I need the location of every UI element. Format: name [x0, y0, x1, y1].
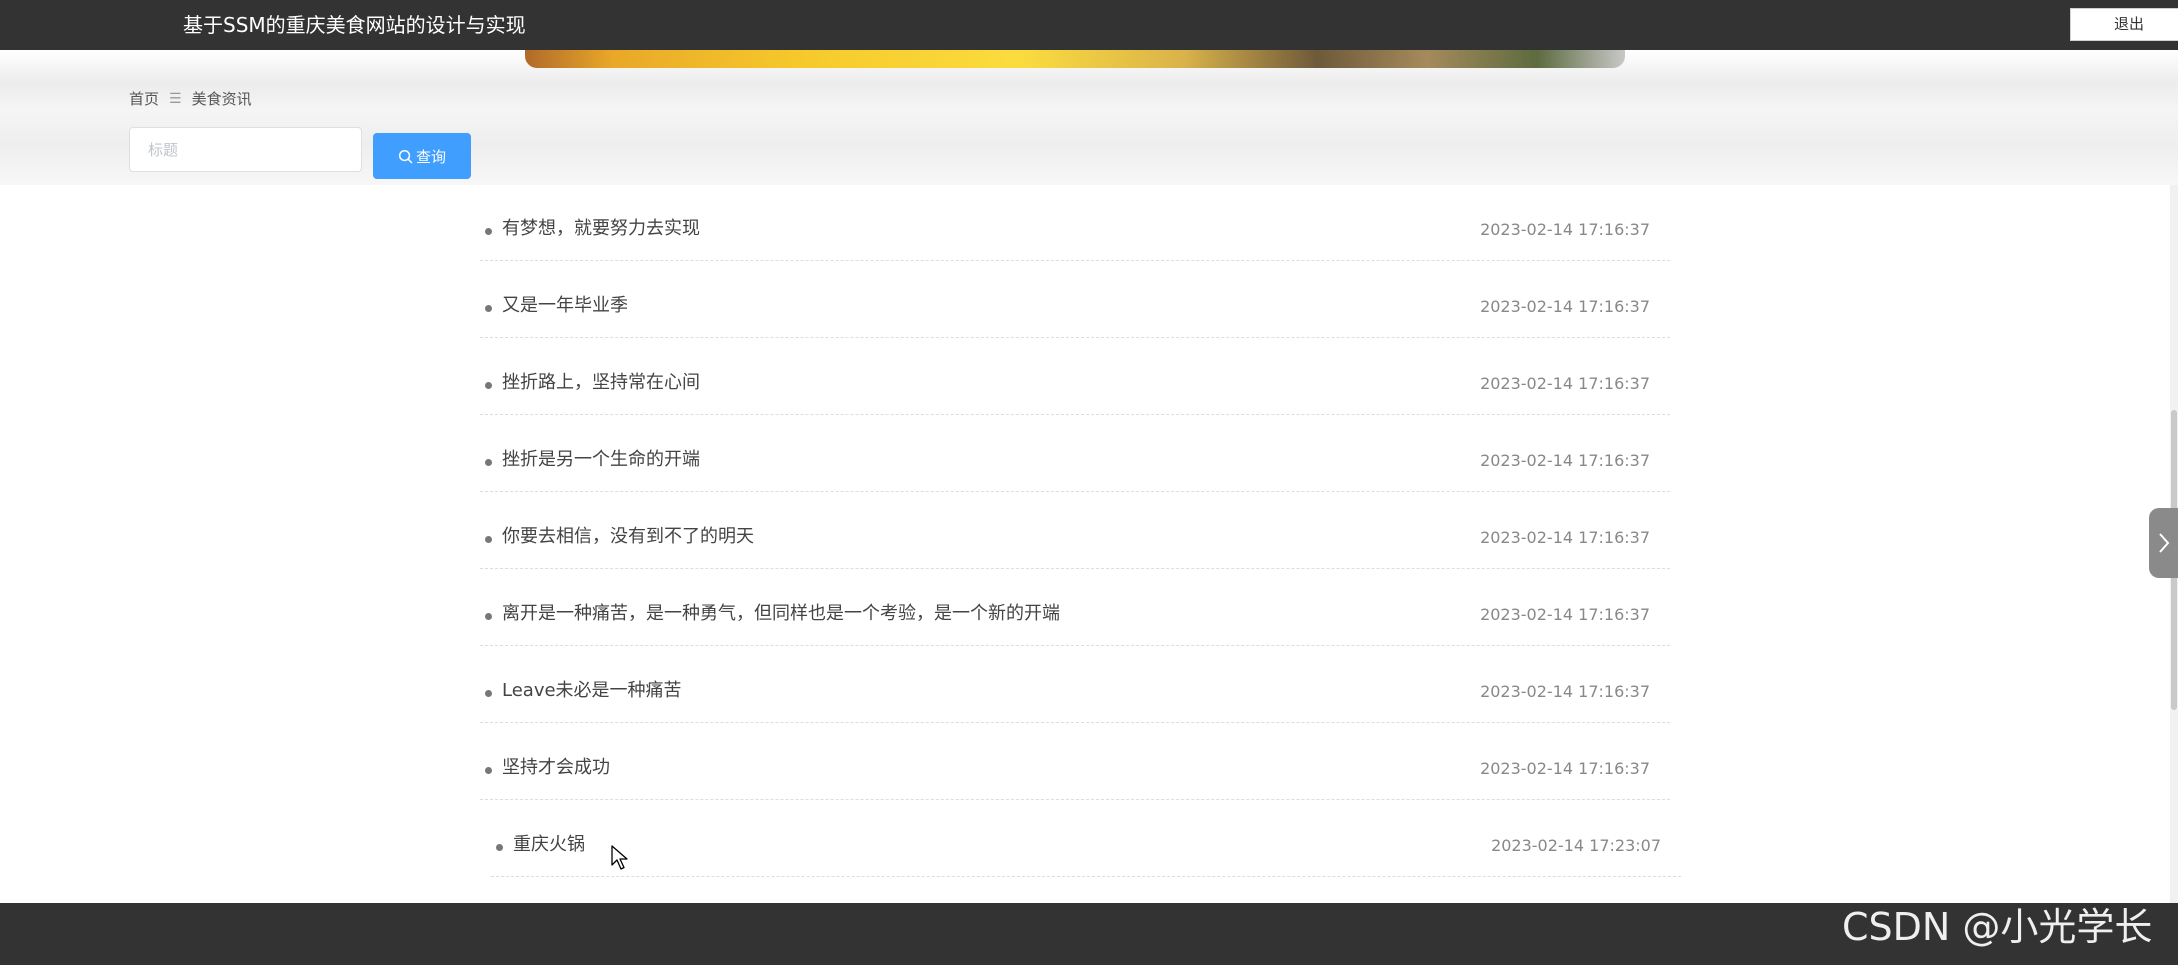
- news-date: 2023-02-14 17:16:37: [1480, 374, 1650, 393]
- search-icon: [398, 149, 413, 163]
- side-panel-toggle[interactable]: [2149, 508, 2178, 578]
- bullet-icon: [485, 767, 492, 774]
- chevron-right-icon: [2158, 533, 2169, 553]
- bullet-icon: [496, 844, 503, 851]
- top-navbar: 基于SSM的重庆美食网站的设计与实现 退出: [0, 0, 2178, 50]
- news-date: 2023-02-14 17:16:37: [1480, 297, 1650, 316]
- news-item[interactable]: 重庆火锅 2023-02-14 17:23:07: [491, 801, 1681, 877]
- news-title[interactable]: Leave未必是一种痛苦: [502, 679, 682, 703]
- news-item[interactable]: 又是一年毕业季 2023-02-14 17:16:37: [480, 262, 1670, 338]
- news-item[interactable]: 离开是一种痛苦，是一种勇气，但同样也是一个考验，是一个新的开端 2023-02-…: [480, 570, 1670, 646]
- bullet-icon: [485, 305, 492, 312]
- bullet-icon: [485, 459, 492, 466]
- news-title[interactable]: 你要去相信，没有到不了的明天: [502, 525, 754, 549]
- watermark: CSDN @小光学长: [1842, 905, 2153, 949]
- search-button-label: 查询: [415, 147, 446, 166]
- news-item[interactable]: 坚持才会成功 2023-02-14 17:16:37: [480, 724, 1670, 800]
- news-date: 2023-02-14 17:16:37: [1480, 759, 1650, 778]
- bullet-icon: [485, 382, 492, 389]
- news-title[interactable]: 又是一年毕业季: [502, 294, 628, 318]
- news-date: 2023-02-14 17:16:37: [1480, 605, 1650, 624]
- breadcrumb-separator-icon: ☰: [169, 90, 182, 107]
- news-title[interactable]: 有梦想，就要努力去实现: [502, 217, 700, 241]
- news-title[interactable]: 挫折是另一个生命的开端: [502, 448, 700, 472]
- news-title[interactable]: 挫折路上，坚持常在心间: [502, 371, 700, 395]
- breadcrumb-current: 美食资讯: [191, 90, 252, 108]
- breadcrumb: 首页 ☰ 美食资讯: [129, 88, 252, 109]
- news-item[interactable]: 有梦想，就要努力去实现 2023-02-14 17:16:37: [480, 185, 1670, 261]
- breadcrumb-home[interactable]: 首页: [129, 88, 159, 109]
- news-date: 2023-02-14 17:16:37: [1480, 451, 1650, 470]
- news-date: 2023-02-14 17:16:37: [1480, 528, 1650, 547]
- mouse-cursor-icon: [611, 845, 628, 870]
- news-title[interactable]: 离开是一种痛苦，是一种勇气，但同样也是一个考验，是一个新的开端: [502, 602, 1060, 626]
- bullet-icon: [485, 613, 492, 620]
- banner-image: [525, 50, 1625, 68]
- news-item[interactable]: 挫折是另一个生命的开端 2023-02-14 17:16:37: [480, 416, 1670, 492]
- news-date: 2023-02-14 17:23:07: [1491, 836, 1661, 855]
- news-date: 2023-02-14 17:16:37: [1480, 682, 1650, 701]
- news-item[interactable]: 你要去相信，没有到不了的明天 2023-02-14 17:16:37: [480, 493, 1670, 569]
- title-search-input[interactable]: [129, 127, 362, 172]
- site-title: 基于SSM的重庆美食网站的设计与实现: [183, 13, 526, 37]
- page: 基于SSM的重庆美食网站的设计与实现 退出 首页 ☰ 美食资讯 查询 有梦想，就…: [0, 0, 2178, 965]
- news-item[interactable]: Leave未必是一种痛苦 2023-02-14 17:16:37: [480, 647, 1670, 723]
- search-button[interactable]: 查询: [373, 133, 471, 179]
- bullet-icon: [485, 228, 492, 235]
- news-title[interactable]: 坚持才会成功: [502, 756, 610, 780]
- logout-button[interactable]: 退出: [2070, 8, 2178, 41]
- bullet-icon: [485, 536, 492, 543]
- news-date: 2023-02-14 17:16:37: [1480, 220, 1650, 239]
- bullet-icon: [485, 690, 492, 697]
- news-item[interactable]: 挫折路上，坚持常在心间 2023-02-14 17:16:37: [480, 339, 1670, 415]
- news-title[interactable]: 重庆火锅: [513, 833, 585, 857]
